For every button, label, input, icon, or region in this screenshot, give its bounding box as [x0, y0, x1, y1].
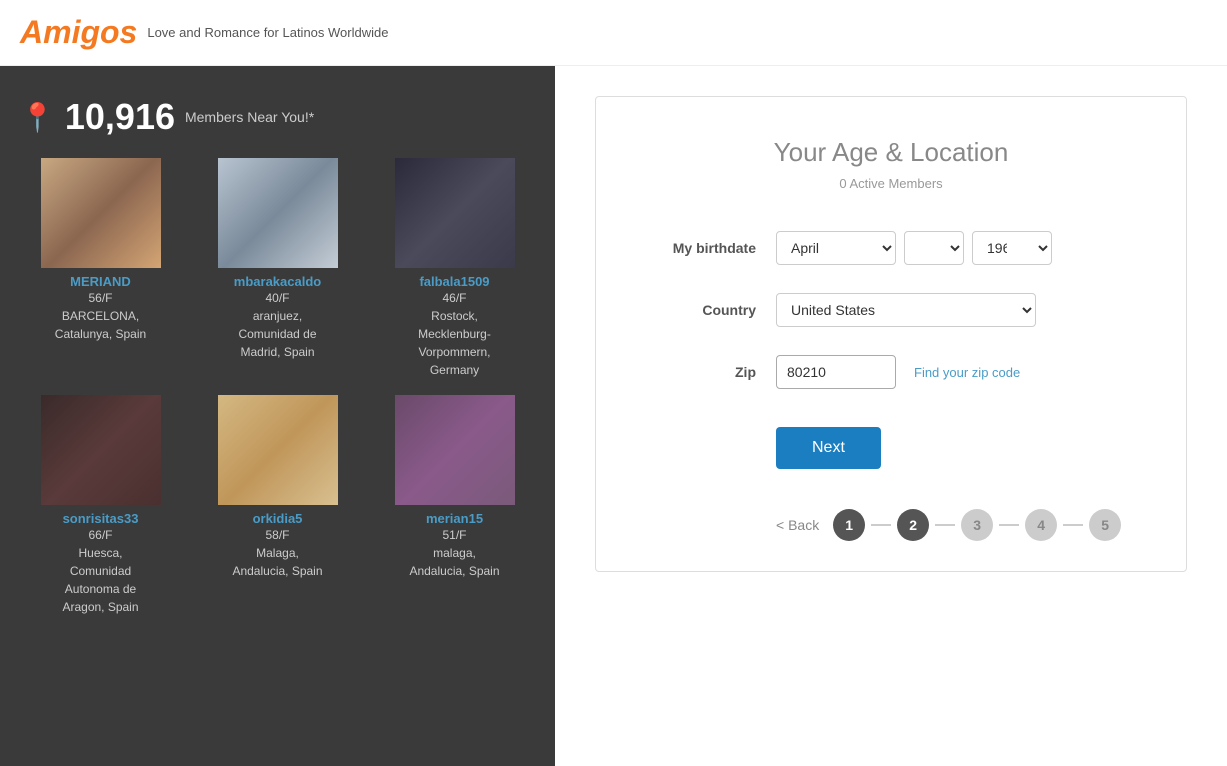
main-layout: 📍 10,916 Members Near You!* MERIAND 56/F … — [0, 66, 1227, 766]
page-dot-2[interactable]: 2 — [897, 509, 929, 541]
member-photo — [41, 395, 161, 505]
member-photo — [395, 158, 515, 268]
logo: Amigos — [20, 14, 137, 51]
member-username: sonrisitas33 — [20, 511, 181, 526]
member-card[interactable]: mbarakacaldo 40/F aranjuez, Comunidad de … — [197, 158, 358, 379]
page-line — [1063, 524, 1083, 526]
member-count: 10,916 — [65, 96, 175, 138]
form-container: Your Age & Location 0 Active Members My … — [595, 96, 1187, 572]
page-line — [999, 524, 1019, 526]
member-info: 56/F BARCELONA, Catalunya, Spain — [55, 291, 146, 341]
page-dot-3: 3 — [961, 509, 993, 541]
left-panel: 📍 10,916 Members Near You!* MERIAND 56/F … — [0, 66, 555, 766]
year-select[interactable]: 2005200420032002200120001999199819971996… — [972, 231, 1052, 265]
country-select[interactable]: United States Canada Mexico Spain German… — [776, 293, 1036, 327]
member-photo — [41, 158, 161, 268]
zip-controls: Find your zip code — [776, 355, 1020, 389]
zip-label: Zip — [646, 364, 776, 380]
member-info: 40/F aranjuez, Comunidad de Madrid, Spai… — [238, 291, 316, 359]
page-dot-1[interactable]: 1 — [833, 509, 865, 541]
tagline: Love and Romance for Latinos Worldwide — [147, 25, 388, 40]
month-select[interactable]: JanuaryFebruaryMarchAprilMayJuneJulyAugu… — [776, 231, 896, 265]
day-select[interactable]: 1234567891011121314151617181920212223242… — [904, 231, 964, 265]
pagination: < Back 12345 — [646, 509, 1136, 541]
page-dot-4: 4 — [1025, 509, 1057, 541]
birthdate-row: My birthdate JanuaryFebruaryMarchAprilMa… — [646, 231, 1136, 265]
header: Amigos Love and Romance for Latinos Worl… — [0, 0, 1227, 66]
member-username: merian15 — [374, 511, 535, 526]
next-btn-container: Next — [646, 417, 1136, 499]
member-username: mbarakacaldo — [197, 274, 358, 289]
page-line — [935, 524, 955, 526]
zip-input[interactable] — [776, 355, 896, 389]
member-card[interactable]: falbala1509 46/F Rostock, Mecklenburg- Vo… — [374, 158, 535, 379]
member-info: 46/F Rostock, Mecklenburg- Vorpommern, G… — [418, 291, 491, 377]
find-zip-link[interactable]: Find your zip code — [914, 365, 1020, 380]
member-card[interactable]: sonrisitas33 66/F Huesca, Comunidad Auton… — [20, 395, 181, 616]
right-panel: Your Age & Location 0 Active Members My … — [555, 66, 1227, 766]
member-card[interactable]: merian15 51/F malaga, Andalucia, Spain — [374, 395, 535, 616]
birthdate-controls: JanuaryFebruaryMarchAprilMayJuneJulyAugu… — [776, 231, 1052, 265]
member-photo — [218, 158, 338, 268]
member-card[interactable]: MERIAND 56/F BARCELONA, Catalunya, Spain — [20, 158, 181, 379]
members-header: 📍 10,916 Members Near You!* — [20, 96, 535, 138]
member-username: orkidia5 — [197, 511, 358, 526]
form-title: Your Age & Location — [646, 137, 1136, 168]
next-button[interactable]: Next — [776, 427, 881, 469]
country-controls: United States Canada Mexico Spain German… — [776, 293, 1036, 327]
country-row: Country United States Canada Mexico Spai… — [646, 293, 1136, 327]
pin-icon: 📍 — [20, 101, 55, 134]
member-info: 51/F malaga, Andalucia, Spain — [409, 528, 499, 578]
member-username: falbala1509 — [374, 274, 535, 289]
members-grid: MERIAND 56/F BARCELONA, Catalunya, Spain m… — [20, 158, 535, 616]
country-label: Country — [646, 302, 776, 318]
members-label: Members Near You!* — [185, 109, 314, 125]
member-info: 66/F Huesca, Comunidad Autonoma de Arago… — [62, 528, 138, 614]
back-link[interactable]: < Back — [776, 517, 819, 533]
page-line — [871, 524, 891, 526]
zip-row: Zip Find your zip code — [646, 355, 1136, 389]
member-photo — [395, 395, 515, 505]
member-username: MERIAND — [20, 274, 181, 289]
birthdate-label: My birthdate — [646, 240, 776, 256]
page-dot-5: 5 — [1089, 509, 1121, 541]
member-info: 58/F Malaga, Andalucia, Spain — [232, 528, 322, 578]
active-members: 0 Active Members — [646, 176, 1136, 191]
member-photo — [218, 395, 338, 505]
member-card[interactable]: orkidia5 58/F Malaga, Andalucia, Spain — [197, 395, 358, 616]
